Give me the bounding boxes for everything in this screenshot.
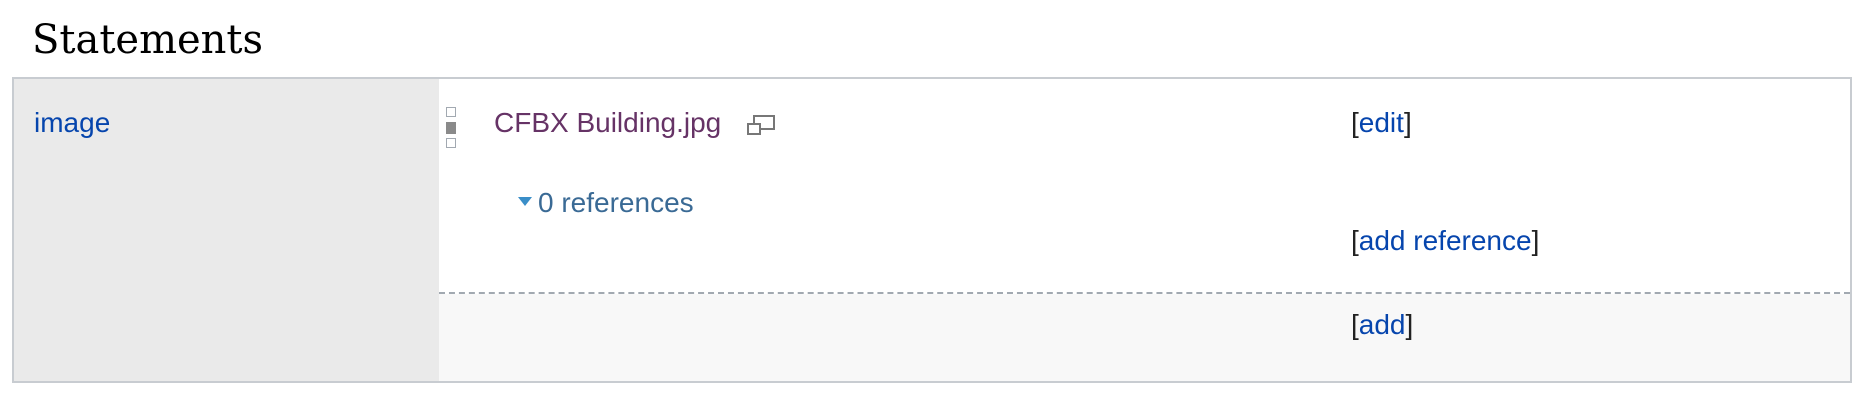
- bracket-close: ]: [1531, 225, 1540, 256]
- references-toggle[interactable]: 0 references: [518, 185, 694, 221]
- edit-toolbar: [edit]: [1351, 105, 1412, 141]
- bracket-open: [: [1351, 107, 1359, 138]
- media-viewer-icon[interactable]: [746, 115, 776, 137]
- property-cell: image: [14, 79, 439, 381]
- bracket-open: [: [1351, 309, 1359, 340]
- add-toolbar: [add]: [1351, 307, 1413, 343]
- rank-deprecated-icon: [446, 138, 456, 148]
- bracket-close: ]: [1405, 309, 1414, 340]
- rank-selector[interactable]: [446, 107, 458, 151]
- rank-preferred-icon: [446, 107, 456, 117]
- triangle-down-icon: [518, 197, 532, 207]
- statement-value-link[interactable]: CFBX Building.jpg: [494, 105, 721, 141]
- bracket-close: ]: [1403, 107, 1412, 138]
- bracket-open: [: [1351, 225, 1359, 256]
- edit-button[interactable]: edit: [1359, 107, 1404, 138]
- statement-values: CFBX Building.jpg [edit] 0 references [a…: [439, 79, 1850, 381]
- property-link-image[interactable]: image: [34, 105, 110, 141]
- add-statement-row: [add]: [439, 294, 1850, 381]
- statement: CFBX Building.jpg [edit] 0 references [a…: [439, 79, 1850, 294]
- rank-normal-icon: [446, 122, 456, 134]
- add-statement-button[interactable]: add: [1359, 309, 1406, 340]
- add-reference-toolbar: [add reference]: [1351, 223, 1539, 259]
- references-count: 0 references: [538, 187, 694, 218]
- add-reference-button[interactable]: add reference: [1359, 225, 1532, 256]
- statement-group: image CFBX Building.jpg [edit] 0 referen…: [12, 77, 1852, 383]
- section-title: Statements: [32, 17, 264, 63]
